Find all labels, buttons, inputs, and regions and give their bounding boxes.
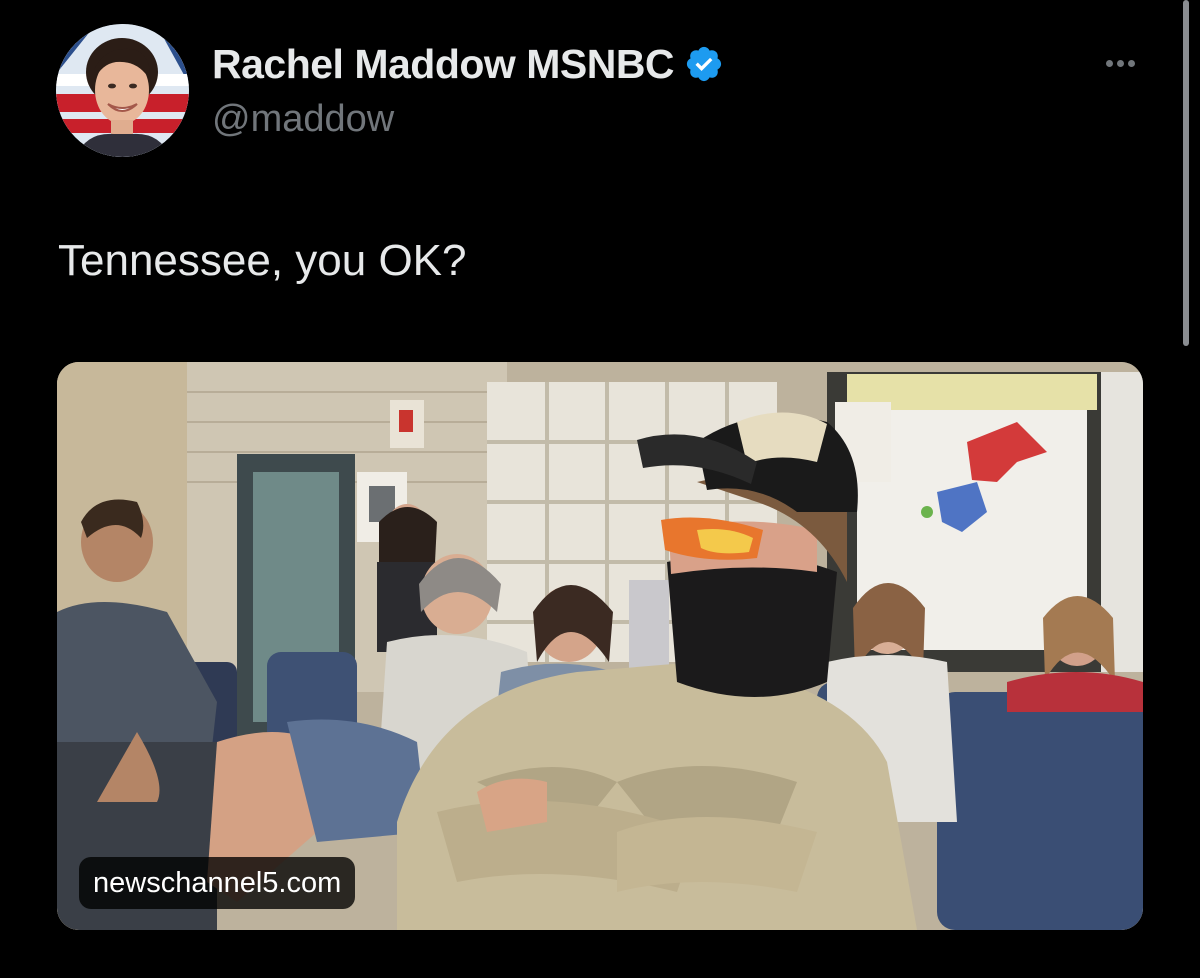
author-display-name[interactable]: Rachel Maddow MSNBC [212,41,675,88]
tweet-media-photo[interactable] [57,362,1143,930]
tweet-page: Rachel Maddow MSNBC @maddow Tennessee, y… [0,0,1200,978]
author-handle[interactable]: @maddow [212,98,394,141]
meeting-photo [57,362,1143,930]
tweet-text: Tennessee, you OK? [58,236,467,285]
author-avatar[interactable] [56,24,189,157]
verified-badge-icon [684,44,724,84]
author-name-row[interactable]: Rachel Maddow MSNBC [212,38,724,90]
ellipsis-icon [1116,59,1124,67]
media-source-link[interactable]: newschannel5.com [79,857,356,909]
avatar-photo [56,24,189,157]
ellipsis-icon [1105,59,1113,67]
ellipsis-icon [1127,59,1135,67]
scrollbar-thumb[interactable] [1183,0,1189,346]
more-options-button[interactable] [1094,48,1146,78]
